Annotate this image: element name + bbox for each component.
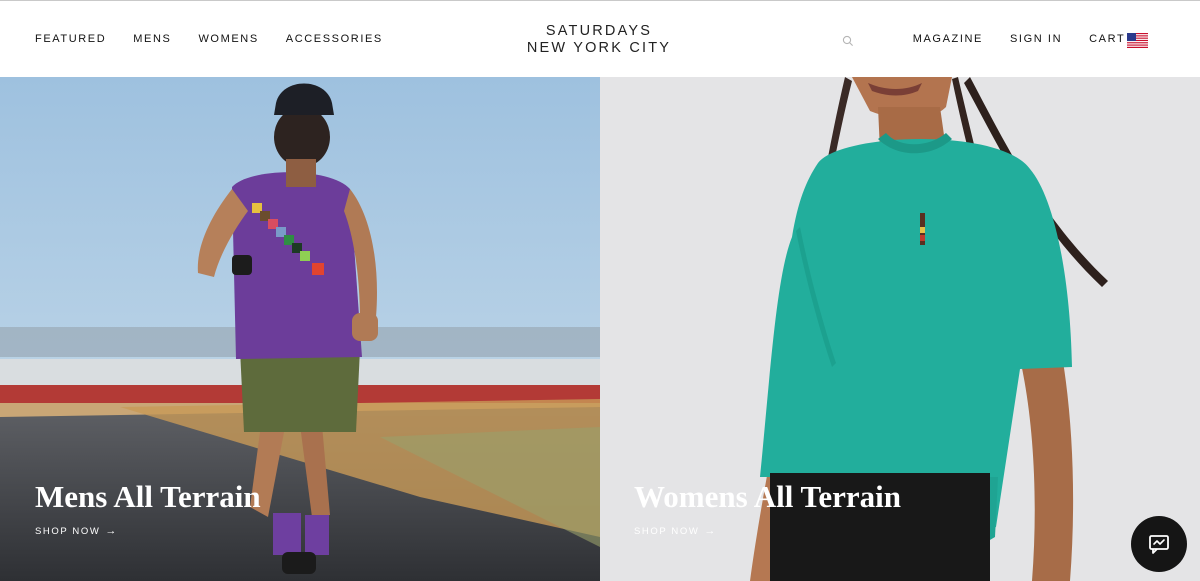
logo-line-2: NEW YORK CITY	[526, 40, 672, 56]
nav-magazine[interactable]: MAGAZINE	[913, 33, 983, 45]
search-icon[interactable]	[842, 35, 854, 47]
nav-sign-in[interactable]: SIGN IN	[1010, 33, 1062, 45]
site-header: FEATURED MENS WOMENS ACCESSORIES SATURDA…	[0, 0, 1200, 77]
us-flag-icon[interactable]	[1127, 33, 1148, 48]
chat-button[interactable]	[1131, 516, 1187, 572]
hero-womens-shop-now-label: SHOP NOW	[634, 525, 700, 537]
nav-featured[interactable]: FEATURED	[35, 33, 106, 45]
arrow-right-icon: →	[704, 525, 718, 537]
nav-womens[interactable]: WOMENS	[198, 33, 258, 45]
site-logo[interactable]: SATURDAYS NEW YORK CITY	[500, 23, 698, 57]
logo-line-1: SATURDAYS	[545, 23, 653, 39]
hero-mens[interactable]: Mens All Terrain SHOP NOW →	[0, 77, 600, 581]
hero-mens-title: Mens All Terrain	[35, 479, 261, 514]
hero-womens-title: Womens All Terrain	[634, 479, 901, 514]
primary-nav: FEATURED MENS WOMENS ACCESSORIES	[35, 33, 410, 45]
nav-accessories[interactable]: ACCESSORIES	[286, 33, 383, 45]
account-nav: MAGAZINE SIGN IN CART (0)	[886, 33, 1148, 45]
arrow-right-icon: →	[105, 525, 119, 537]
hero-womens[interactable]: Womens All Terrain SHOP NOW →	[600, 77, 1200, 581]
nav-mens[interactable]: MENS	[133, 33, 171, 45]
hero-mens-shop-now-label: SHOP NOW	[35, 525, 101, 537]
hero-mens-shop-now-link[interactable]: SHOP NOW →	[35, 525, 118, 537]
hero-womens-shop-now-link[interactable]: SHOP NOW →	[634, 525, 717, 537]
chat-icon	[1149, 535, 1169, 554]
